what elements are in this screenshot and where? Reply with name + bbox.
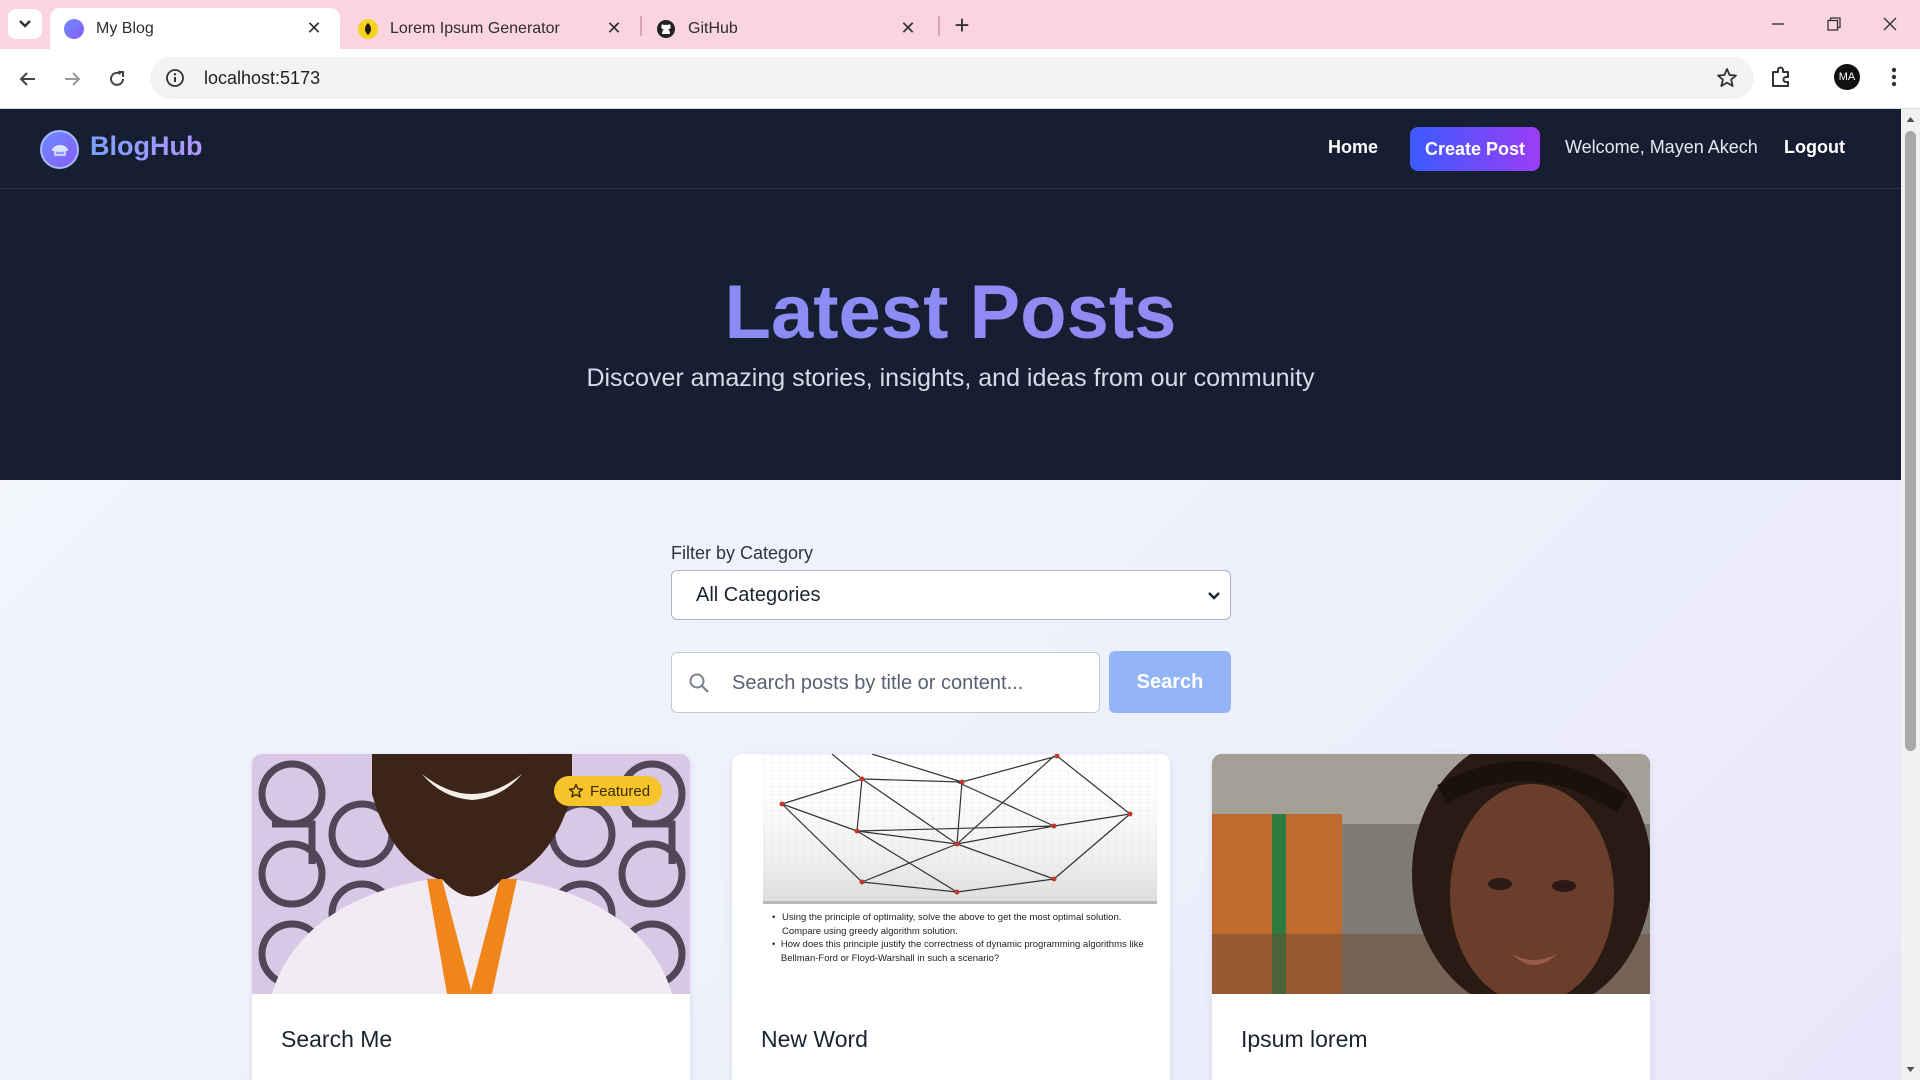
browser-menu-button[interactable] — [1882, 64, 1906, 90]
reload-button[interactable] — [101, 63, 133, 95]
create-post-button[interactable]: Create Post — [1410, 127, 1540, 171]
restore-button[interactable] — [1812, 6, 1856, 42]
more-vertical-icon — [1891, 67, 1897, 87]
post-card[interactable]: • Using the principle of optimality, solv… — [732, 754, 1170, 1080]
new-tab-button[interactable]: + — [948, 10, 976, 40]
tab-github[interactable]: GitHub ✕ — [642, 8, 934, 49]
page-subtitle: Discover amazing stories, insights, and … — [586, 364, 1315, 392]
arrow-left-icon — [19, 72, 35, 86]
chevron-down-icon — [19, 20, 31, 28]
nav-home-link[interactable]: Home — [1328, 137, 1378, 158]
scrollbar-thumb[interactable] — [1905, 131, 1916, 751]
post-card[interactable]: Featured Search Me — [252, 754, 690, 1080]
hero-section: Latest Posts Discover amazing stories, i… — [0, 189, 1901, 480]
page-title: Latest Posts — [0, 269, 1901, 356]
site-header: BlogHub Home Create Post Welcome, Mayen … — [0, 109, 1901, 189]
welcome-text: Welcome, Mayen Akech — [1565, 137, 1758, 157]
brand-name[interactable]: BlogHub — [90, 131, 202, 162]
tab-my-blog[interactable]: My Blog ✕ — [50, 8, 340, 49]
scroll-down-arrow-icon[interactable] — [1905, 1064, 1916, 1075]
browser-toolbar: localhost:5173 — [0, 49, 1920, 109]
extensions-puzzle-icon[interactable] — [1768, 64, 1794, 90]
featured-badge-label: Featured — [590, 782, 651, 800]
featured-badge: Featured — [554, 776, 663, 806]
chevron-down-icon — [1208, 592, 1220, 600]
tab-title: My Blog — [96, 19, 154, 37]
page-viewport: BlogHub Home Create Post Welcome, Mayen … — [0, 109, 1901, 1080]
profile-avatar[interactable]: MA — [1834, 64, 1860, 90]
post-image[interactable]: • Using the principle of optimality, solv… — [732, 754, 1170, 994]
search-button[interactable]: Search — [1109, 651, 1231, 713]
forward-button[interactable] — [56, 63, 88, 95]
search-field[interactable] — [671, 652, 1100, 713]
close-tab-icon[interactable]: ✕ — [896, 17, 920, 41]
star-icon — [568, 783, 584, 798]
search-input[interactable] — [732, 672, 1082, 695]
scroll-up-arrow-icon[interactable] — [1905, 114, 1916, 125]
category-select[interactable]: All Categories — [671, 570, 1231, 620]
worksheet-bullet: • How does this principle justify the cor… — [772, 938, 1152, 965]
category-selected-value: All Categories — [696, 583, 821, 606]
back-button[interactable] — [12, 63, 44, 95]
lorem-favicon-icon — [358, 18, 378, 39]
blog-favicon-icon — [64, 18, 84, 39]
close-window-button[interactable] — [1868, 6, 1912, 42]
browser-tab-strip: My Blog ✕ Lorem Ipsum Generator ✕ GitHub… — [0, 0, 1920, 49]
tab-title: GitHub — [688, 19, 738, 37]
post-title[interactable]: Search Me — [281, 1026, 392, 1053]
tab-divider — [938, 16, 940, 36]
page-scrollbar[interactable] — [1901, 109, 1920, 1080]
restore-icon — [1827, 17, 1841, 31]
site-info-icon[interactable] — [164, 67, 186, 89]
worksheet-text: Using the principle of optimality, solve… — [782, 912, 1122, 937]
arrow-right-icon — [65, 72, 81, 86]
github-favicon-icon — [656, 19, 676, 39]
bloghub-logo-icon[interactable] — [40, 130, 79, 169]
tab-search-button[interactable] — [8, 9, 42, 39]
tab-lorem-ipsum[interactable]: Lorem Ipsum Generator ✕ — [344, 8, 640, 49]
bookmark-star-icon[interactable] — [1716, 67, 1738, 89]
close-icon — [1883, 17, 1897, 31]
close-tab-icon[interactable]: ✕ — [602, 17, 626, 41]
logout-link[interactable]: Logout — [1784, 137, 1845, 158]
worksheet-bullet: • Using the principle of optimality, solv… — [772, 911, 1152, 938]
category-filter-label: Filter by Category — [671, 543, 814, 563]
tab-title: Lorem Ipsum Generator — [390, 19, 560, 37]
close-tab-icon[interactable]: ✕ — [302, 17, 326, 41]
minimize-icon — [1772, 23, 1784, 25]
url-text: localhost:5173 — [204, 67, 321, 88]
reload-icon — [110, 71, 124, 86]
post-image[interactable] — [1212, 754, 1650, 994]
minimize-button[interactable] — [1756, 6, 1800, 42]
worksheet-text: How does this principle justify the corr… — [780, 939, 1144, 964]
post-card[interactable]: Ipsum lorem — [1212, 754, 1650, 1080]
post-title[interactable]: New Word — [761, 1026, 868, 1053]
address-bar[interactable]: localhost:5173 — [150, 57, 1754, 99]
post-title[interactable]: Ipsum lorem — [1241, 1026, 1368, 1053]
search-icon — [689, 673, 709, 693]
